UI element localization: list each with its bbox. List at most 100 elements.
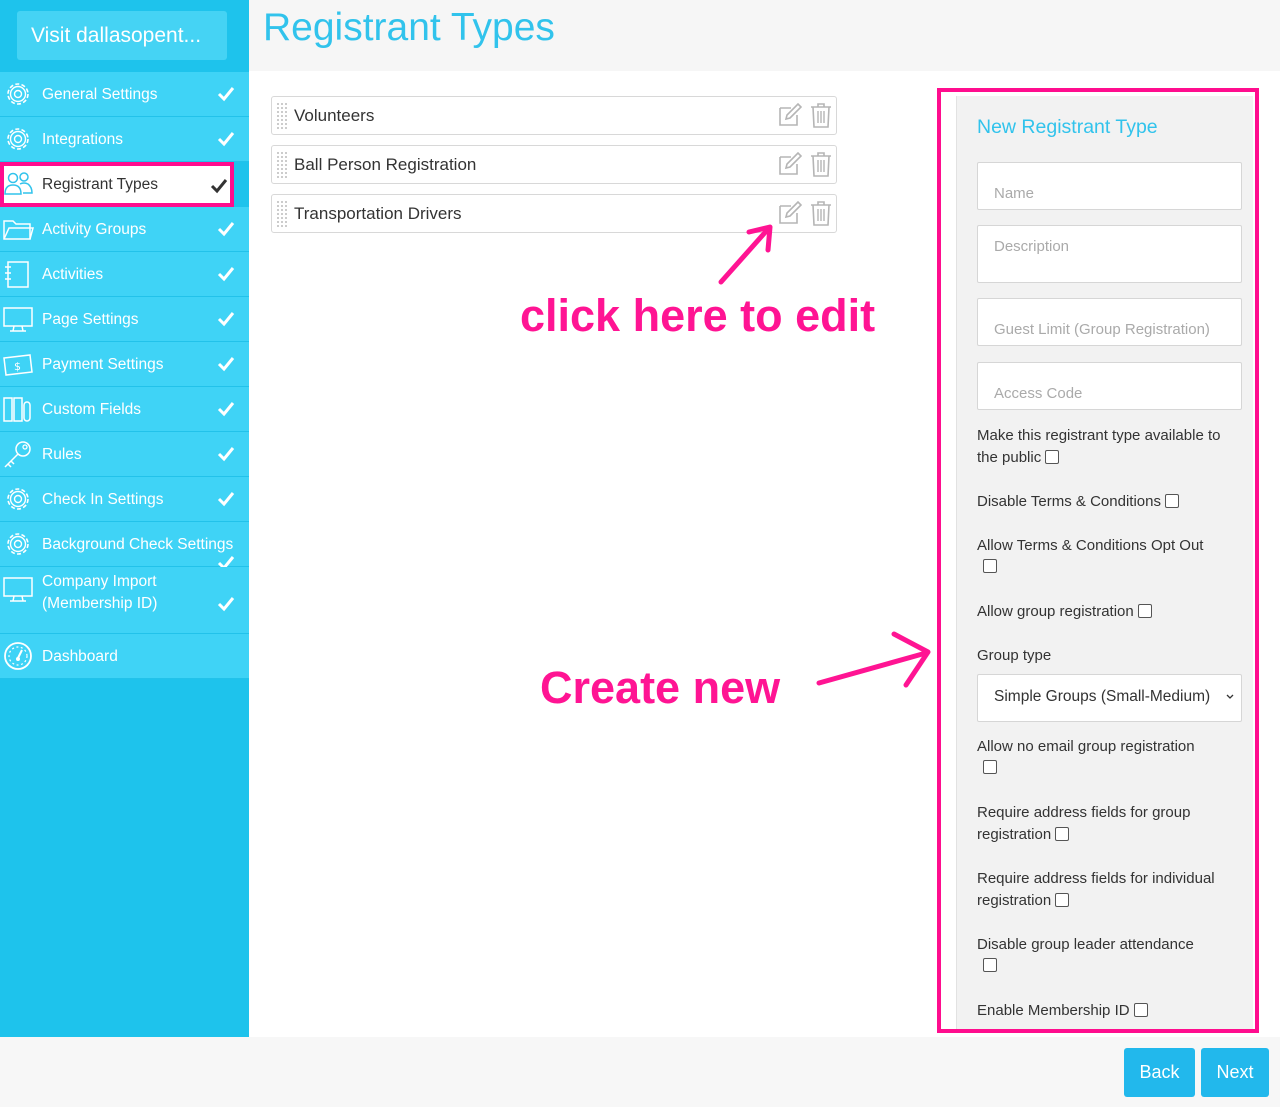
address-group-option: Require address fields for group registr… xyxy=(977,802,1239,846)
create-annotation: Create new xyxy=(540,662,781,713)
drag-handle-icon[interactable] xyxy=(276,151,288,179)
monitor-icon xyxy=(3,307,33,332)
edit-icon[interactable] xyxy=(778,152,802,176)
check-icon xyxy=(217,132,235,147)
membership-id-checkbox[interactable] xyxy=(1133,1003,1148,1017)
list-item-label: Volunteers xyxy=(294,106,375,125)
address-individual-option: Require address fields for individual re… xyxy=(977,868,1239,912)
chevron-down-icon xyxy=(1226,694,1234,699)
terms-opt-out-checkbox[interactable] xyxy=(983,559,997,573)
membership-id-label: Enable Membership ID xyxy=(977,1002,1130,1019)
public-checkbox[interactable] xyxy=(1045,450,1060,464)
gear-icon xyxy=(7,533,29,555)
list-item[interactable]: Ball Person Registration xyxy=(271,145,837,184)
next-button[interactable]: Next xyxy=(1201,1048,1269,1097)
sidebar-item-check-in-settings[interactable]: Check In Settings xyxy=(0,477,249,522)
group-registration-label: Allow group registration xyxy=(977,603,1134,620)
terms-opt-out-option: Allow Terms & Conditions Opt Out xyxy=(977,535,1239,573)
trash-icon[interactable] xyxy=(810,102,832,128)
monitor-icon xyxy=(3,577,33,602)
sidebar-item-activities[interactable]: Activities xyxy=(0,252,249,297)
edit-annotation: click here to edit xyxy=(520,290,876,341)
public-label: Make this registrant type available to t… xyxy=(977,427,1221,466)
check-icon xyxy=(217,222,235,237)
gear-icon xyxy=(7,83,29,105)
terms-opt-out-label: Allow Terms & Conditions Opt Out xyxy=(977,537,1204,554)
check-icon xyxy=(210,179,228,194)
check-icon xyxy=(217,312,235,327)
list-item[interactable]: Volunteers xyxy=(271,96,837,135)
sidebar-item-label: Registrant Types xyxy=(42,176,159,193)
sidebar-item-activity-groups[interactable]: Activity Groups xyxy=(0,207,249,252)
sidebar-item-registrant-types[interactable]: Registrant Types xyxy=(0,162,234,207)
address-group-checkbox[interactable] xyxy=(1055,827,1070,841)
name-input[interactable] xyxy=(977,162,1242,210)
sidebar-item-label: Check In Settings xyxy=(42,491,164,508)
no-email-group-checkbox[interactable] xyxy=(983,760,997,774)
group-registration-option: Allow group registration xyxy=(977,601,1239,623)
leader-attendance-label: Disable group leader attendance xyxy=(977,936,1194,953)
sidebar-item-label: Payment Settings xyxy=(42,356,164,373)
users-icon xyxy=(4,172,33,195)
columns-icon xyxy=(3,397,31,422)
leader-attendance-checkbox[interactable] xyxy=(983,958,997,972)
check-icon xyxy=(217,492,235,507)
sidebar-item-label: Integrations xyxy=(42,131,123,148)
leader-attendance-option: Disable group leader attendance xyxy=(977,934,1239,972)
sidebar-item-company-import[interactable]: Company Import (Membership ID) xyxy=(0,567,249,634)
description-input[interactable] xyxy=(977,225,1242,283)
sidebar-item-custom-fields[interactable]: Custom Fields xyxy=(0,387,249,432)
disable-terms-checkbox[interactable] xyxy=(1164,494,1179,508)
disable-terms-label: Disable Terms & Conditions xyxy=(977,493,1161,510)
sidebar-item-label: Activity Groups xyxy=(42,221,147,238)
address-group-label: Require address fields for group registr… xyxy=(977,804,1191,843)
check-icon xyxy=(217,357,235,372)
sidebar-item-page-settings[interactable]: Page Settings xyxy=(0,297,249,342)
disable-terms-option: Disable Terms & Conditions xyxy=(977,491,1239,513)
list-item-label: Ball Person Registration xyxy=(294,155,477,174)
drag-handle-icon[interactable] xyxy=(276,102,288,130)
folder-icon xyxy=(3,220,34,240)
sidebar-item-label: Company Import (Membership ID) xyxy=(42,573,158,612)
sidebar-item-general-settings[interactable]: General Settings xyxy=(0,72,249,117)
access-code-input[interactable] xyxy=(977,362,1242,410)
drag-handle-icon[interactable] xyxy=(276,200,288,228)
check-icon xyxy=(217,447,235,462)
create-arrow-icon xyxy=(816,631,931,688)
trash-icon[interactable] xyxy=(810,151,832,177)
footer-bar xyxy=(0,1037,1280,1107)
sidebar-item-dashboard[interactable]: Dashboard xyxy=(0,634,249,679)
key-icon xyxy=(4,441,31,468)
group-type-select[interactable]: Simple Groups (Small-Medium) xyxy=(977,674,1242,722)
address-individual-checkbox[interactable] xyxy=(1055,893,1070,907)
notebook-icon xyxy=(5,261,29,288)
edit-icon[interactable] xyxy=(778,103,802,127)
page-title: Registrant Types xyxy=(263,6,555,49)
check-icon xyxy=(217,87,235,102)
check-icon xyxy=(217,267,235,282)
sidebar-item-label: Dashboard xyxy=(42,648,118,665)
no-email-group-option: Allow no email group registration xyxy=(977,736,1239,774)
back-button[interactable]: Back xyxy=(1124,1048,1195,1097)
public-option: Make this registrant type available to t… xyxy=(977,425,1239,469)
speedometer-icon xyxy=(4,642,32,670)
guest-limit-input[interactable] xyxy=(977,298,1242,346)
sidebar-nav: General Settings Integrations Registrant… xyxy=(0,72,249,679)
sidebar-item-rules[interactable]: Rules xyxy=(0,432,249,477)
gear-icon xyxy=(7,488,29,510)
trash-icon[interactable] xyxy=(810,200,832,226)
membership-id-option: Enable Membership ID xyxy=(977,1000,1239,1022)
money-icon: $ xyxy=(3,354,33,376)
check-icon xyxy=(217,402,235,417)
svg-text:$: $ xyxy=(14,360,21,373)
sidebar-item-payment-settings[interactable]: $ Payment Settings xyxy=(0,342,249,387)
visit-site-button[interactable]: Visit dallasopent... xyxy=(17,11,227,60)
sidebar-item-label: Custom Fields xyxy=(42,401,142,418)
group-registration-checkbox[interactable] xyxy=(1137,604,1152,618)
edit-icon[interactable] xyxy=(778,201,802,225)
list-item-label: Transportation Drivers xyxy=(294,204,462,223)
sidebar-item-integrations[interactable]: Integrations xyxy=(0,117,249,162)
sidebar-item-background-check-settings[interactable]: Background Check Settings xyxy=(0,522,249,571)
page-header: Registrant Types xyxy=(249,0,1280,71)
sidebar-item-label: General Settings xyxy=(42,86,158,103)
